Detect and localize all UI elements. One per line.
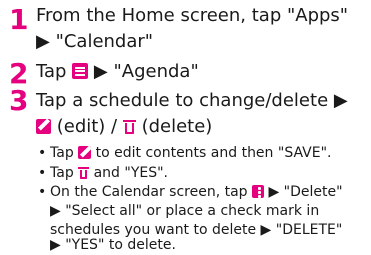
trash-icon	[122, 119, 136, 134]
step-3-line-1: Tap a schedule to change/delete ▶	[36, 90, 348, 111]
step-number-3: 3	[9, 84, 29, 117]
step-number-1: 1	[9, 3, 29, 36]
step-3-edit-label: (edit) /	[51, 116, 123, 137]
step-2-text-after: ▶ "Agenda"	[88, 61, 199, 82]
edit-icon	[78, 146, 92, 159]
note-1: Tap to edit contents and then "SAVE".	[50, 144, 331, 163]
note-3-text-before: On the Calendar screen, tap	[50, 184, 253, 200]
note-1-text-before: Tap	[50, 145, 79, 161]
note-2-bullet: •	[38, 165, 47, 181]
step-1-line-1: From the Home screen, tap "Apps"	[36, 5, 349, 26]
note-2-text-before: Tap	[50, 165, 79, 181]
note-3-line-1: On the Calendar screen, tap ▶ "Delete"	[50, 183, 343, 202]
trash-icon	[78, 166, 90, 179]
edit-icon	[36, 119, 51, 134]
note-1-bullet: •	[38, 145, 47, 161]
note-2-text-after: and "YES".	[89, 165, 169, 181]
note-3-line-4: ▶ "YES" to delete.	[50, 237, 176, 253]
step-3-line-2: (edit) / (delete)	[36, 116, 212, 138]
menu-icon	[72, 63, 89, 79]
step-1-line-2: ▶ "Calendar"	[36, 31, 154, 52]
step-2-line: Tap ▶ "Agenda"	[36, 61, 199, 83]
note-1-text-after: to edit contents and then "SAVE".	[91, 145, 332, 161]
more-options-icon	[252, 185, 265, 198]
note-3-text-after: ▶ "Delete"	[264, 184, 343, 200]
step-2-text-before: Tap	[36, 61, 73, 82]
note-3-bullet: •	[38, 184, 47, 200]
note-2: Tap and "YES".	[50, 164, 168, 183]
note-3-line-2: ▶ "Select all" or place a check mark in	[50, 203, 320, 219]
step-3-delete-label: (delete)	[135, 116, 213, 137]
